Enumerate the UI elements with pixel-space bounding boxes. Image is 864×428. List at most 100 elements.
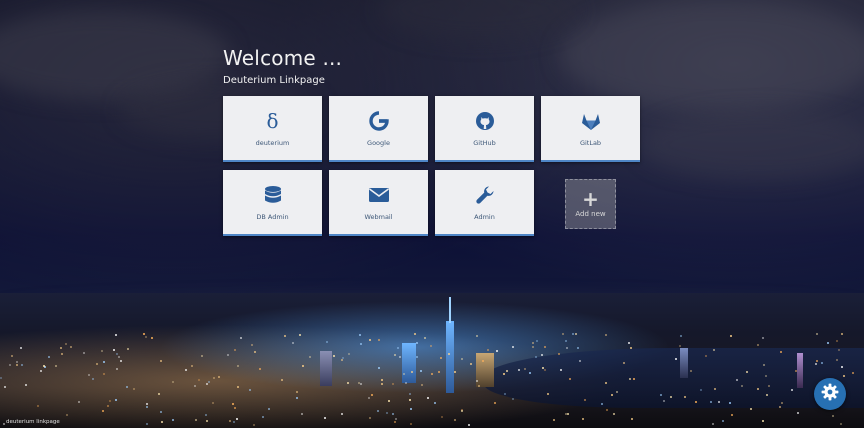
tile-label: Admin — [474, 213, 495, 221]
city-light — [730, 335, 732, 337]
city-light — [560, 369, 562, 371]
city-light — [16, 361, 18, 363]
page-subtitle: Deuterium Linkpage — [223, 75, 325, 86]
city-light — [405, 382, 407, 384]
city-light — [262, 416, 264, 418]
city-light — [96, 363, 98, 365]
city-light — [20, 347, 22, 349]
city-light — [478, 385, 480, 387]
city-light — [440, 357, 442, 359]
city-light — [577, 347, 579, 349]
city-light — [762, 337, 764, 339]
city-light — [371, 394, 373, 396]
city-light — [411, 371, 413, 373]
city-light — [569, 378, 571, 380]
city-light — [4, 386, 6, 388]
city-light — [434, 402, 436, 404]
city-light — [347, 382, 349, 384]
tile-deuterium[interactable]: δ deuterium — [223, 96, 322, 162]
city-light — [832, 415, 834, 417]
add-new-button[interactable]: + Add new — [565, 179, 616, 229]
city-light — [133, 388, 135, 390]
city-light — [213, 377, 215, 379]
city-light — [675, 358, 677, 360]
city-light — [763, 364, 765, 366]
add-new-label: Add new — [575, 210, 606, 218]
tile-label: DB Admin — [256, 213, 289, 221]
city-light — [146, 406, 148, 408]
city-light — [680, 335, 682, 337]
city-light — [690, 370, 692, 372]
city-light — [333, 355, 335, 357]
city-light — [718, 401, 720, 403]
city-light — [482, 360, 484, 362]
city-light — [201, 355, 203, 357]
city-light — [504, 393, 506, 395]
city-light — [160, 360, 162, 362]
city-light — [88, 374, 90, 376]
city-light — [348, 353, 350, 355]
city-light — [579, 360, 581, 362]
page-title: Welcome ... — [223, 46, 343, 70]
city-light — [409, 393, 411, 395]
city-light — [821, 362, 823, 364]
city-light — [113, 349, 115, 351]
tile-google[interactable]: Google — [329, 96, 428, 162]
tile-github[interactable]: GitHub — [435, 96, 534, 162]
city-light — [324, 417, 326, 419]
city-light — [750, 408, 752, 410]
city-light — [768, 385, 770, 387]
city-light — [16, 364, 18, 366]
city-light — [421, 384, 423, 386]
city-light — [605, 334, 607, 336]
city-light — [66, 414, 68, 416]
city-light — [0, 377, 2, 379]
city-light — [780, 351, 782, 353]
city-light — [695, 401, 697, 403]
city-light — [218, 376, 220, 378]
settings-button[interactable] — [814, 378, 846, 410]
city-light — [584, 399, 586, 401]
city-light — [616, 391, 618, 393]
city-light — [541, 354, 543, 356]
city-light — [524, 368, 526, 370]
city-light — [237, 365, 239, 367]
tile-admin[interactable]: Admin — [435, 170, 534, 236]
city-light — [25, 384, 27, 386]
city-light — [431, 373, 433, 375]
city-light — [700, 389, 702, 391]
city-light — [529, 372, 531, 374]
city-light — [21, 364, 23, 366]
city-light — [392, 413, 394, 415]
city-light — [601, 403, 603, 405]
city-light — [249, 389, 251, 391]
city-light — [198, 379, 200, 381]
city-light — [816, 360, 818, 362]
city-light — [394, 421, 396, 423]
city-light — [92, 378, 94, 380]
city-light — [360, 383, 362, 385]
city-light — [212, 402, 214, 404]
google-icon — [368, 109, 389, 133]
city-light — [381, 383, 383, 385]
city-light — [623, 362, 625, 364]
city-light — [40, 370, 42, 372]
city-light — [815, 363, 817, 365]
city-light — [48, 356, 50, 358]
city-light — [107, 405, 109, 407]
city-light — [712, 423, 714, 425]
city-light — [341, 359, 343, 361]
tile-db-admin[interactable]: DB Admin — [223, 170, 322, 236]
city-light — [705, 355, 707, 357]
city-light — [233, 421, 235, 423]
welcome-header: Welcome ... Deuterium Linkpage — [223, 46, 342, 88]
city-light — [268, 408, 270, 410]
city-light — [535, 356, 537, 358]
city-light — [115, 399, 117, 401]
city-light — [160, 411, 162, 413]
github-icon — [475, 109, 495, 133]
tile-webmail[interactable]: Webmail — [329, 170, 428, 236]
tile-gitlab[interactable]: GitLab — [541, 96, 640, 162]
city-light — [729, 402, 731, 404]
city-light — [116, 368, 118, 370]
